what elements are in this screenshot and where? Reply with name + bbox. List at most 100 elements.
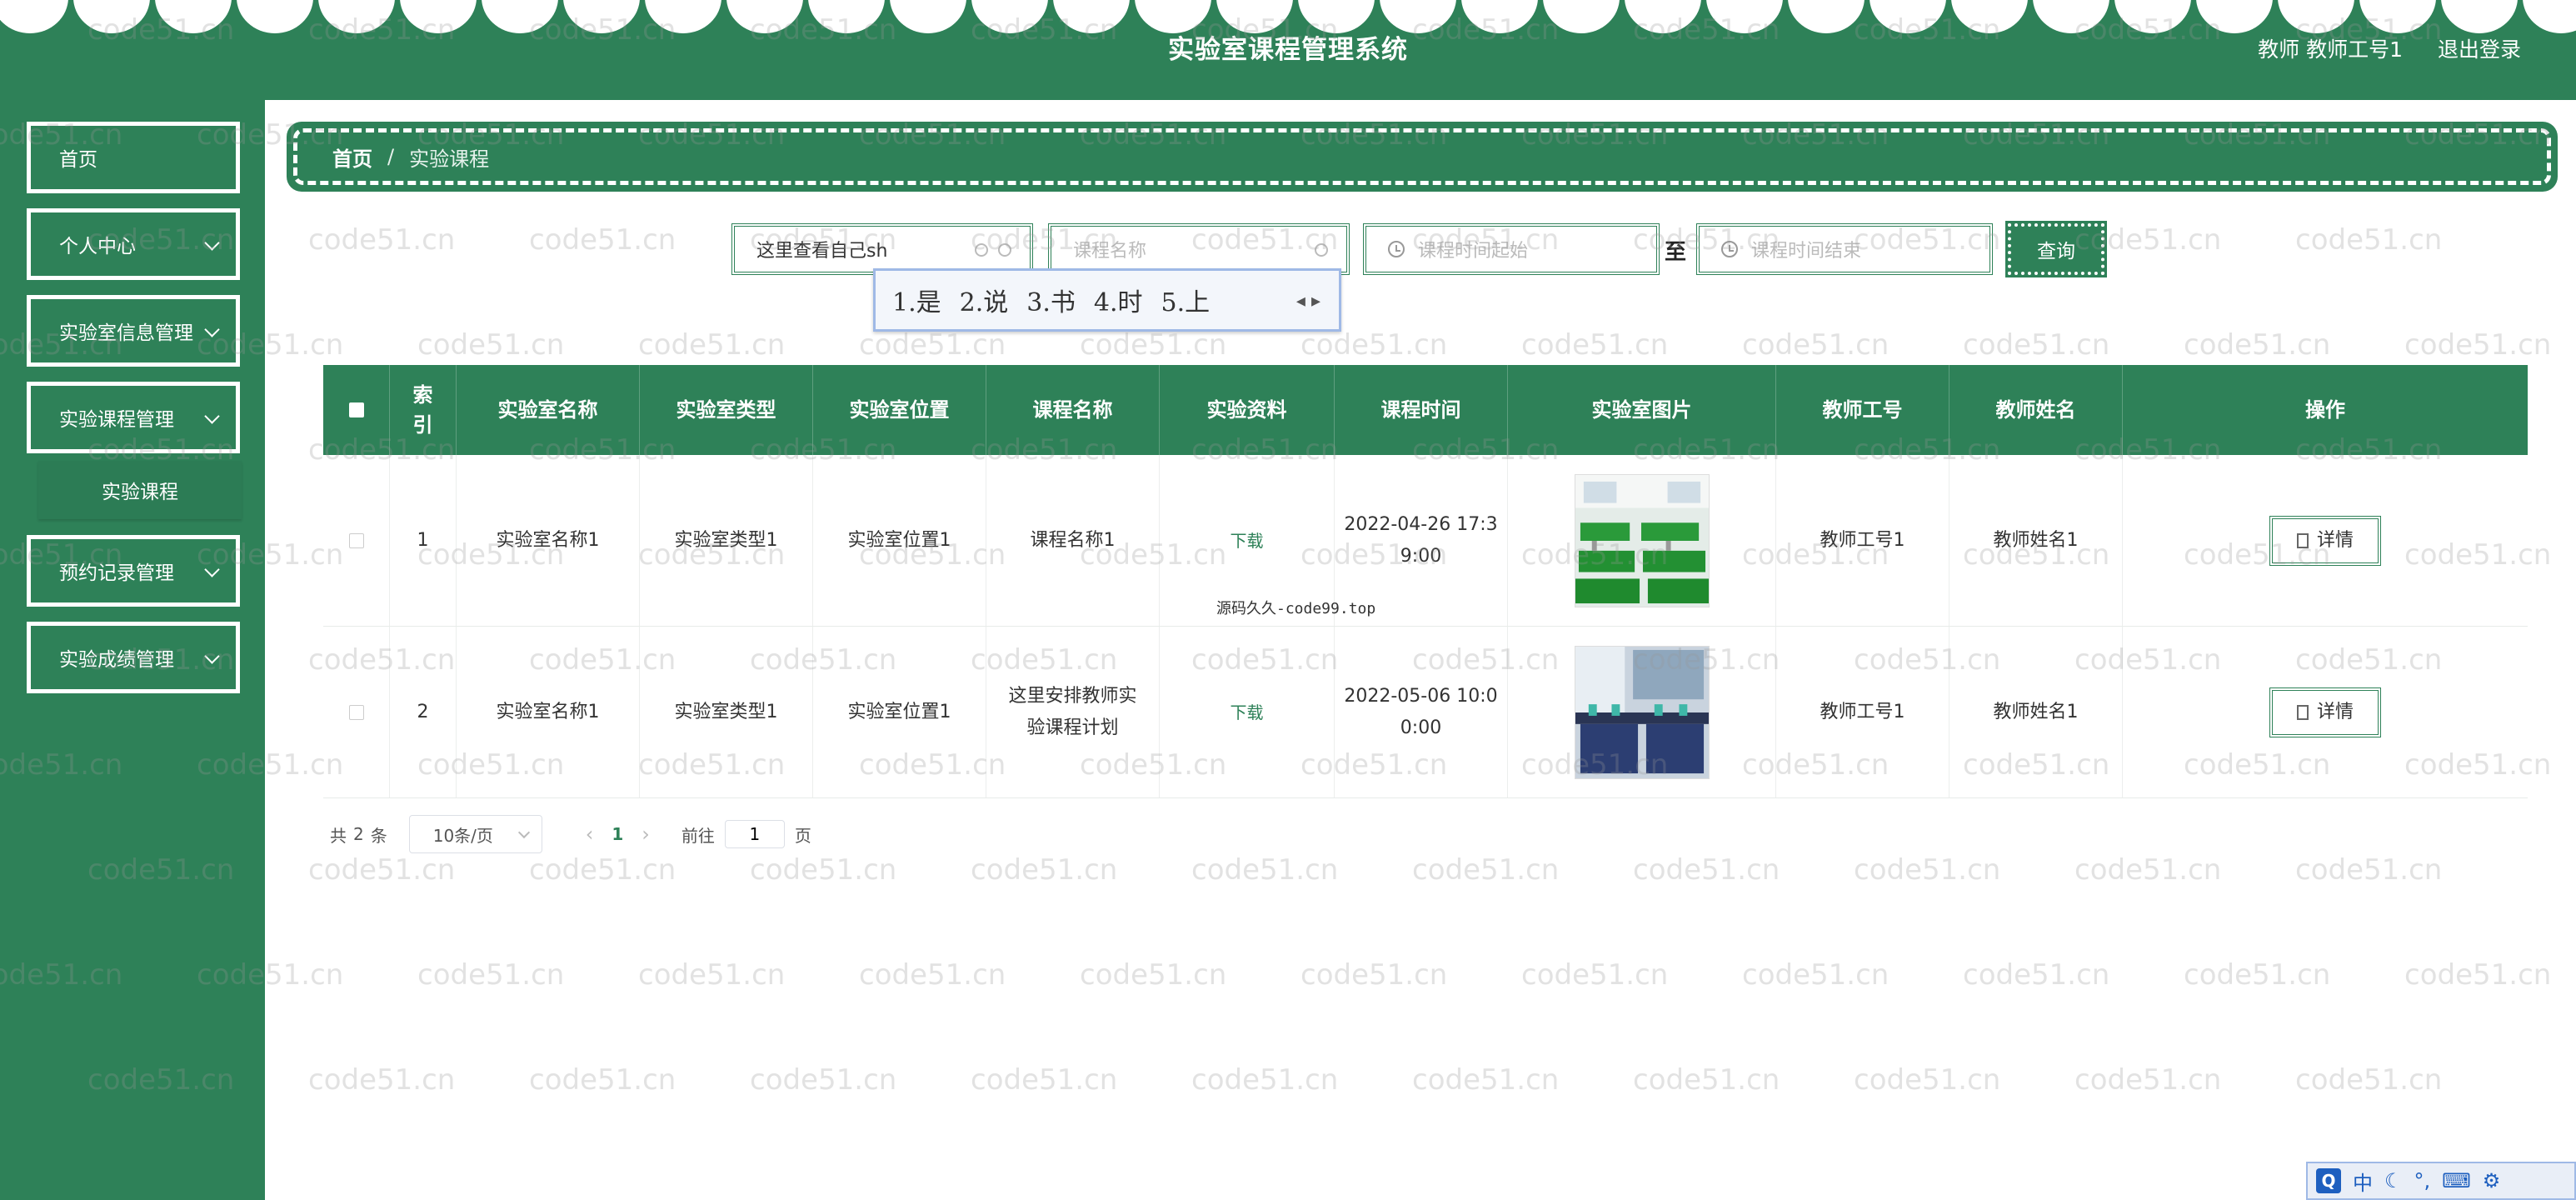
row-select-cell[interactable] bbox=[323, 627, 390, 798]
watermark-text: code51.cn bbox=[1742, 328, 1890, 362]
chevron-down-icon bbox=[204, 648, 220, 664]
watermark-text: code51.cn bbox=[2184, 958, 2331, 992]
watermark-text: code51.cn bbox=[2295, 1063, 2443, 1097]
watermark-text: code51.cn bbox=[2074, 853, 2222, 887]
watermark-text: code51.cn bbox=[1521, 328, 1669, 362]
punctuation-icon[interactable]: °, bbox=[2414, 1169, 2431, 1192]
ime-logo-icon[interactable]: Q bbox=[2316, 1168, 2341, 1193]
sidebar-item-grades[interactable]: 实验成绩管理 bbox=[27, 622, 240, 693]
ime-status-tray: Q 中 ☾ °, ⌨ ⚙ bbox=[2306, 1162, 2576, 1200]
ime-candidate[interactable]: 4.时 bbox=[1094, 282, 1143, 318]
course-name-search-input[interactable]: 课程名称 bbox=[1048, 223, 1350, 275]
prev-page-icon[interactable]: ‹ bbox=[586, 822, 594, 846]
course-time-end-placeholder: 课程时间结束 bbox=[1751, 241, 1862, 262]
page-number[interactable]: 1 bbox=[612, 824, 623, 844]
sidebar-item-course-management[interactable]: 实验课程管理 bbox=[27, 382, 240, 453]
column-header: 教师工号 bbox=[1776, 365, 1949, 455]
ime-candidate-window: 1.是 2.说 3.书 4.时 5.上 ◂ ▸ bbox=[873, 268, 1341, 332]
column-header: 课程名称 bbox=[986, 365, 1160, 455]
breadcrumb-inner: 首页 / 实验课程 bbox=[293, 128, 2551, 185]
watermark-text: code51.cn bbox=[529, 1063, 676, 1097]
teacher-name-cell: 教师姓名1 bbox=[1949, 455, 2123, 626]
lab-name-input-value: 这里查看自己sh bbox=[756, 241, 888, 262]
table-row: 2 实验室名称1 实验室类型1 实验室位置1 这里安排教师实验课程计划 下载 2… bbox=[323, 627, 2528, 798]
ime-candidate[interactable]: 1.是 bbox=[892, 282, 941, 318]
ime-candidate[interactable]: 5.上 bbox=[1161, 282, 1211, 318]
course-name-placeholder: 课程名称 bbox=[1073, 241, 1147, 262]
sidebar-subitem-lab-course[interactable]: 实验课程 bbox=[38, 461, 242, 519]
column-header: 操作 bbox=[2305, 398, 2345, 422]
page-size-select[interactable]: 10条/页 bbox=[408, 815, 542, 853]
watermark-text: code51.cn bbox=[971, 1063, 1118, 1097]
sidebar-item-lab-info[interactable]: 实验室信息管理 bbox=[27, 295, 240, 367]
sidebar-item-home[interactable]: 首页 bbox=[27, 122, 240, 193]
breadcrumb-current: 实验课程 bbox=[409, 147, 490, 171]
watermark-text: code51.cn bbox=[1412, 1063, 1560, 1097]
select-all-checkbox[interactable] bbox=[348, 402, 364, 418]
ime-page-arrows-icon[interactable]: ◂ ▸ bbox=[1296, 291, 1320, 312]
ime-candidate[interactable]: 3.书 bbox=[1026, 282, 1076, 318]
page-suffix: 页 bbox=[794, 825, 811, 846]
sidebar-item-personal-center[interactable]: 个人中心 bbox=[27, 208, 240, 280]
keyboard-icon[interactable]: ⌨ bbox=[2442, 1169, 2471, 1192]
total-prefix: 共 bbox=[330, 825, 347, 846]
lab-image-cell bbox=[1508, 627, 1776, 798]
watermark-text: code51.cn bbox=[1080, 958, 1227, 992]
detail-button[interactable]: 详情 bbox=[2269, 515, 2381, 566]
toolbox-icon[interactable]: ⚙ bbox=[2483, 1169, 2501, 1192]
lab-type-cell: 实验室类型1 bbox=[640, 627, 813, 798]
watermark-text: code51.cn bbox=[1412, 853, 1560, 887]
watermark-text: code51.cn bbox=[2404, 328, 2552, 362]
clock-icon bbox=[1721, 241, 1738, 258]
watermark-text: code51.cn bbox=[2074, 1063, 2222, 1097]
column-header: 课程时间 bbox=[1335, 365, 1508, 455]
lab-photo[interactable] bbox=[1574, 473, 1710, 608]
sidebar-item-reservation[interactable]: 预约记录管理 bbox=[27, 535, 240, 607]
watermark-text: code51.cn bbox=[308, 1063, 456, 1097]
goto-page-input[interactable] bbox=[724, 820, 785, 848]
lab-name-cell: 实验室名称1 bbox=[457, 627, 640, 798]
sidebar-item-label: 首页 bbox=[59, 149, 97, 171]
ime-candidate[interactable]: 2.说 bbox=[960, 282, 1009, 318]
course-name-cell: 这里安排教师实验课程计划 bbox=[986, 627, 1160, 798]
chevron-down-icon bbox=[204, 235, 220, 251]
download-link[interactable]: 下载 bbox=[1231, 697, 1264, 728]
sidebar-item-label: 个人中心 bbox=[59, 236, 136, 258]
watermark-text: code51.cn bbox=[2404, 958, 2552, 992]
row-checkbox[interactable] bbox=[348, 704, 364, 720]
course-time-start-input[interactable]: 课程时间起始 bbox=[1363, 223, 1660, 275]
moon-icon[interactable]: ☾ bbox=[2384, 1169, 2403, 1192]
watermark-text: code51.cn bbox=[750, 1063, 897, 1097]
course-time-end-input[interactable]: 课程时间结束 bbox=[1696, 223, 1993, 275]
next-page-icon[interactable]: › bbox=[642, 822, 650, 846]
sidebar-item-label: 实验课程 bbox=[102, 482, 178, 503]
watermark-text: code51.cn bbox=[1191, 1063, 1339, 1097]
watermark-text: code51.cn bbox=[1633, 1063, 1780, 1097]
sidebar-item-label: 实验课程管理 bbox=[59, 409, 174, 431]
document-icon bbox=[2296, 704, 2309, 720]
document-icon bbox=[2296, 532, 2309, 548]
row-checkbox[interactable] bbox=[348, 532, 364, 548]
current-user: 教师 教师工号1 bbox=[2258, 38, 2403, 62]
column-header: 教师姓名 bbox=[1949, 365, 2123, 455]
course-time-start-placeholder: 课程时间起始 bbox=[1418, 241, 1529, 262]
total-count: 2 bbox=[353, 824, 364, 844]
column-header: 实验室类型 bbox=[640, 365, 813, 455]
detail-button[interactable]: 详情 bbox=[2269, 687, 2381, 738]
ime-mode-toggle[interactable]: 中 bbox=[2353, 1167, 2373, 1196]
watermark-text: code51.cn bbox=[1963, 958, 2110, 992]
course-time-cell: 2022-05-06 10:00:00 bbox=[1335, 627, 1508, 798]
teacher-id-cell: 教师工号1 bbox=[1776, 455, 1949, 626]
lab-photo[interactable] bbox=[1574, 645, 1710, 779]
query-button[interactable]: 查询 bbox=[2005, 221, 2107, 278]
watermark-text: code51.cn bbox=[417, 958, 565, 992]
sidebar-item-label: 预约记录管理 bbox=[59, 562, 174, 584]
course-table: 索引 实验室名称 实验室类型 实验室位置 课程名称 实验资料 课程时间 实验室图… bbox=[323, 365, 2528, 798]
download-link[interactable]: 下载 bbox=[1231, 525, 1264, 557]
sidebar-item-label: 实验室信息管理 bbox=[59, 322, 193, 344]
row-select-cell[interactable] bbox=[323, 455, 390, 626]
select-all-cell[interactable] bbox=[323, 365, 390, 455]
lab-name-search-input[interactable]: 这里查看自己sh bbox=[731, 223, 1033, 275]
logout-link[interactable]: 退出登录 bbox=[2438, 33, 2521, 63]
breadcrumb-home[interactable]: 首页 bbox=[332, 142, 372, 172]
